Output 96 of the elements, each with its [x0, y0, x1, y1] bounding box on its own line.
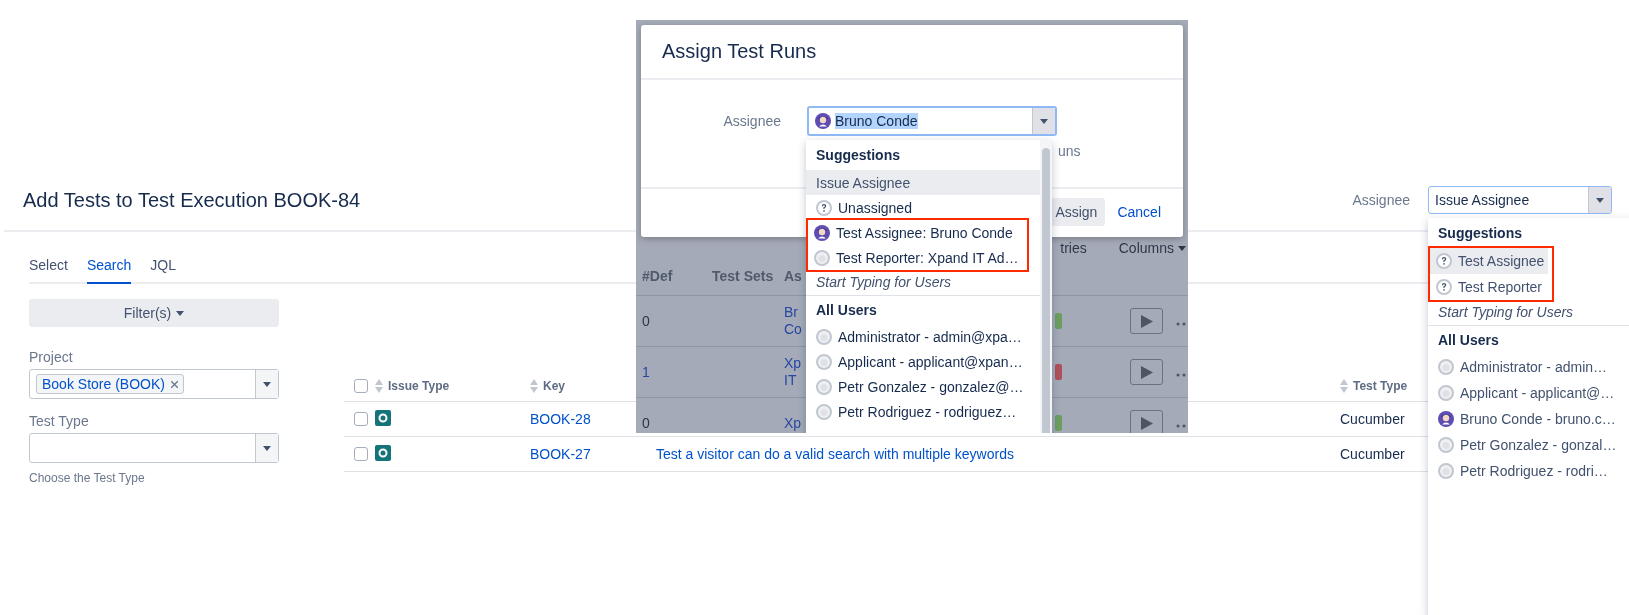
caret-icon [1040, 118, 1048, 124]
close-icon[interactable] [170, 380, 178, 388]
tag-label: Book Store (BOOK) [42, 376, 165, 392]
caret-icon [176, 310, 185, 316]
description-text: uns [1058, 143, 1082, 159]
section-heading: All Users [815, 301, 878, 320]
assignee-select[interactable]: Bruno Conde [807, 106, 1057, 136]
sort-icon [530, 379, 538, 393]
avatar-icon [815, 113, 831, 129]
caret-icon [1596, 197, 1604, 203]
table-cell: Cucumber [1340, 446, 1405, 462]
unknown-user-icon [816, 199, 832, 216]
more-icon[interactable] [1176, 424, 1188, 428]
user-option[interactable]: Unassigned [806, 195, 1040, 220]
more-icon[interactable] [1176, 322, 1188, 326]
select-field[interactable]: Book Store (BOOK) [29, 369, 279, 399]
column-header[interactable]: Issue Type [388, 379, 450, 393]
toolbar-text[interactable]: tries [1060, 241, 1087, 255]
page-title: Add Tests to Test Execution BOOK-84 [23, 188, 361, 212]
section-heading: Suggestions [815, 146, 901, 165]
field-label: Project [29, 349, 74, 365]
column-header: #Def [642, 268, 673, 284]
default-avatar-icon [1438, 359, 1454, 375]
field-label: Assignee [722, 113, 781, 129]
test-type-icon [375, 444, 391, 461]
defect-count[interactable]: 1 [642, 364, 712, 380]
avatar-icon [1438, 411, 1454, 427]
user-option[interactable]: Petr Rodriguez - rodri… [1428, 458, 1629, 484]
user-option[interactable]: Test Assignee: Bruno Conde [808, 220, 1023, 245]
cancel-link[interactable]: Cancel [1109, 198, 1169, 226]
default-avatar-icon [816, 353, 832, 370]
user-option[interactable]: Test Assignee [1430, 248, 1549, 274]
user-option[interactable]: Applicant - applicant@… [1428, 380, 1629, 406]
section-heading: All Users [1437, 331, 1500, 350]
default-avatar-icon [1438, 437, 1454, 453]
checkbox[interactable] [354, 412, 368, 426]
field-label: Test Type [29, 413, 90, 429]
column-header[interactable]: Key [543, 379, 565, 393]
toolbar-text[interactable]: Columns [1118, 241, 1186, 255]
unknown-user-icon [1436, 253, 1452, 269]
user-option[interactable]: Administrator - admin… [1428, 354, 1629, 380]
play-icon [1140, 365, 1153, 379]
checkbox[interactable] [354, 447, 368, 461]
help-text: Choose the Test Type [29, 471, 146, 485]
issue-key-link[interactable]: BOOK-27 [530, 446, 591, 462]
hint-text: Start Typing for Users [815, 273, 953, 292]
user-option[interactable]: Test Reporter: Xpand IT Ad… [808, 245, 1023, 270]
defect-count: 0 [642, 313, 651, 329]
test-type-icon [375, 409, 391, 426]
play-icon [1140, 416, 1153, 430]
assignee-select[interactable]: Issue Assignee [1428, 186, 1612, 214]
scrollbar-thumb[interactable] [1042, 148, 1050, 433]
column-header: As [784, 268, 802, 284]
dialog-title: Assign Test Runs [662, 40, 817, 63]
user-option[interactable]: Issue Assignee [806, 170, 1040, 195]
play-icon [1140, 314, 1153, 328]
tab[interactable]: Select [29, 250, 68, 284]
default-avatar-icon [1438, 463, 1454, 479]
caret-icon [263, 445, 271, 451]
run-button[interactable] [1130, 359, 1163, 385]
default-avatar-icon [816, 378, 832, 395]
more-icon[interactable] [1176, 373, 1188, 377]
select-field[interactable] [29, 433, 279, 463]
caret-icon [1178, 245, 1186, 251]
column-header[interactable]: Test Type [1353, 379, 1408, 393]
user-option[interactable]: Petr Gonzalez - gonzalez@… [806, 374, 1040, 399]
caret-icon [263, 381, 271, 387]
user-option[interactable]: Applicant - applicant@xpan… [806, 349, 1040, 374]
sort-icon [1340, 379, 1348, 393]
default-avatar-icon [816, 328, 832, 345]
summary-link[interactable]: Test a visitor can do a valid search with multiple keywords [656, 446, 1014, 462]
default-avatar-icon [1438, 385, 1454, 401]
assign-button[interactable]: Assign [1051, 198, 1106, 226]
avatar-icon [814, 224, 830, 241]
filter-button[interactable]: Filter(s) [29, 299, 279, 327]
table-cell: Cucumber [1340, 411, 1405, 427]
tab[interactable]: JQL [150, 250, 176, 284]
unknown-user-icon [1436, 279, 1452, 295]
defect-count: 0 [642, 415, 651, 431]
user-option[interactable]: Bruno Conde - bruno.c… [1428, 406, 1629, 432]
section-heading: Suggestions [1437, 224, 1523, 243]
issue-key-link[interactable]: BOOK-28 [530, 411, 591, 427]
sort-icon [375, 379, 383, 393]
run-button[interactable] [1130, 308, 1163, 334]
default-avatar-icon [814, 249, 830, 266]
checkbox[interactable] [354, 379, 368, 393]
run-button[interactable] [1130, 410, 1163, 433]
column-header: Test Sets [712, 268, 774, 284]
user-option[interactable]: Petr Gonzalez - gonzal… [1428, 432, 1629, 458]
default-avatar-icon [816, 403, 832, 420]
user-option[interactable]: Petr Rodriguez - rodriguez… [806, 399, 1040, 424]
field-label: Assignee [1352, 192, 1410, 208]
tab[interactable]: Search [86, 250, 132, 284]
hint-text: Start Typing for Users [1437, 303, 1575, 322]
user-option[interactable]: Test Reporter [1430, 274, 1549, 300]
user-option[interactable]: Administrator - admin@xpa… [806, 324, 1040, 349]
